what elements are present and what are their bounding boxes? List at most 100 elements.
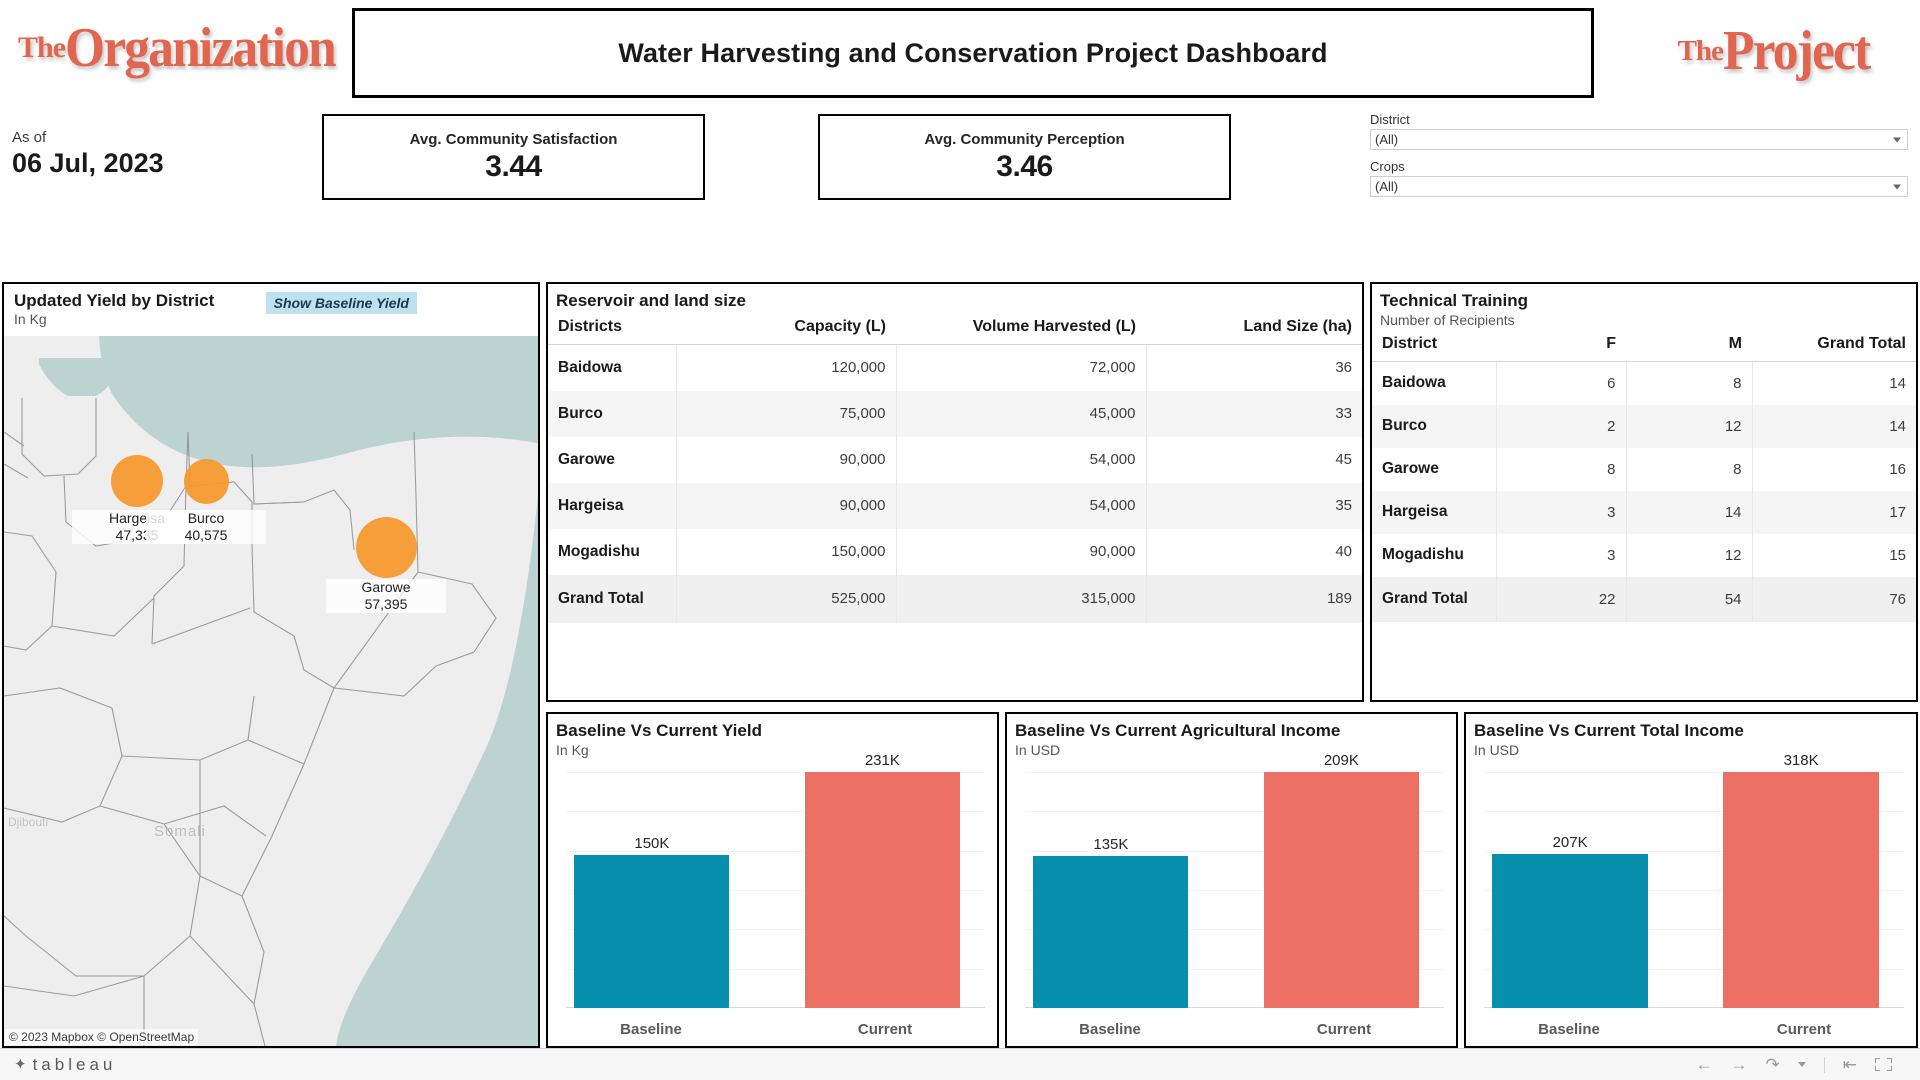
col-grand-total[interactable]: Grand Total xyxy=(1752,329,1916,362)
training-subtitle: Number of Recipients xyxy=(1380,312,1515,328)
table-header-row: Districts Capacity (L) Volume Harvested … xyxy=(548,312,1362,345)
show-baseline-yield-button[interactable]: Show Baseline Yield xyxy=(265,292,417,314)
organization-logo-the: The xyxy=(18,31,66,64)
axis-label-baseline-agri-income[interactable]: Baseline xyxy=(1025,1021,1195,1038)
map-marker-label-garowe: Garowe 57,395 xyxy=(326,579,446,613)
chevron-down-icon[interactable] xyxy=(1797,1062,1806,1067)
bar-value-baseline-total-income: 207K xyxy=(1552,834,1588,852)
marker-name-burco: Burco xyxy=(187,510,225,526)
fullscreen-icon[interactable] xyxy=(1875,1058,1892,1071)
col-capacity[interactable]: Capacity (L) xyxy=(676,312,896,345)
cell-f: 8 xyxy=(1496,447,1627,491)
table-row[interactable]: Garowe 8 8 16 xyxy=(1372,447,1916,491)
table-row[interactable]: Mogadishu 150,000 90,000 40 xyxy=(548,528,1362,575)
cell-land: 45 xyxy=(1335,451,1352,468)
chevron-down-icon[interactable] xyxy=(1893,184,1901,189)
col-district[interactable]: District xyxy=(1372,329,1496,362)
forward-arrow-icon[interactable]: → xyxy=(1731,1056,1748,1073)
bar-current-total-income[interactable]: 318K xyxy=(1723,752,1879,1008)
tableau-footer: ✦ tableau ← → ↷ ⇤ xyxy=(0,1048,1920,1080)
plot-area-yield: 150K 231K xyxy=(566,752,985,1008)
cell-volume: 72,000 xyxy=(896,344,1147,391)
tableau-logo-icon: ✦ xyxy=(14,1056,27,1073)
table-row[interactable]: Garowe 90,000 54,000 45 xyxy=(548,436,1362,483)
table-row[interactable]: Baidowa 120,000 72,000 36 xyxy=(548,344,1362,391)
cell-capacity: 90,000 xyxy=(676,436,897,483)
filter-panel: District (All) Crops (All) xyxy=(1370,112,1908,206)
map-canvas[interactable]: Somali Somalia Djibouti Hargeisa 47,335 … xyxy=(4,336,538,1046)
col-districts[interactable]: Districts xyxy=(548,312,676,345)
map-marker-burco[interactable] xyxy=(184,459,229,504)
cell-grand-total: 76 xyxy=(1752,576,1916,622)
revert-icon[interactable]: ↷ xyxy=(1766,1056,1780,1073)
chart-title-agri-income: Baseline Vs Current Agricultural Income xyxy=(1015,721,1341,740)
cell-capacity: 150,000 xyxy=(676,528,897,575)
map-marker-garowe[interactable] xyxy=(356,517,417,578)
reservoir-table: Districts Capacity (L) Volume Harvested … xyxy=(548,312,1362,623)
bar-current-yield[interactable]: 231K xyxy=(804,752,960,1008)
table-row[interactable]: Burco 75,000 45,000 33 xyxy=(548,390,1362,437)
toolbar-divider xyxy=(1823,1056,1825,1073)
cell-f: 3 xyxy=(1496,533,1627,577)
table-row-total[interactable]: Grand Total 22 54 76 xyxy=(1372,576,1916,622)
bar-baseline-total-income[interactable]: 207K xyxy=(1492,834,1648,1008)
chart-panel-agri-income: Baseline Vs Current Agricultural Income … xyxy=(1005,712,1458,1048)
map-vector: Somali Somalia Djibouti xyxy=(4,336,538,1046)
cell-district-total: Grand Total xyxy=(548,574,677,623)
kpi-label-satisfaction: Avg. Community Satisfaction xyxy=(409,130,618,148)
filter-district-dropdown[interactable]: (All) xyxy=(1370,129,1908,150)
plot-area-agri-income: 135K 209K xyxy=(1025,752,1444,1008)
cell-capacity-total: 525,000 xyxy=(676,574,897,623)
table-row-total[interactable]: Grand Total 525,000 315,000 189 xyxy=(548,574,1362,623)
bar-value-baseline-yield: 150K xyxy=(634,834,670,852)
bar-baseline-agri-income[interactable]: 135K xyxy=(1033,836,1189,1008)
cell-total: 14 xyxy=(1752,404,1916,448)
svg-text:Djibouti: Djibouti xyxy=(8,815,48,829)
cell-district-total: Grand Total xyxy=(1372,576,1497,622)
cell-volume: 90,000 xyxy=(896,528,1147,575)
plot-area-total-income: 207K 318K xyxy=(1484,752,1904,1008)
training-header: Technical Training Number of Recipients xyxy=(1372,284,1916,329)
project-logo-the: The xyxy=(1677,34,1724,67)
map-marker-hargeisa[interactable] xyxy=(111,455,163,507)
cell-capacity: 120,000 xyxy=(676,344,897,391)
col-land-size[interactable]: Land Size (ha) xyxy=(1146,312,1362,345)
filter-district: District (All) xyxy=(1370,112,1908,150)
filter-crops-dropdown[interactable]: (All) xyxy=(1370,176,1908,197)
table-row[interactable]: Mogadishu 3 12 15 xyxy=(1372,533,1916,577)
table-row[interactable]: Hargeisa 3 14 17 xyxy=(1372,490,1916,534)
axis-label-baseline-yield[interactable]: Baseline xyxy=(566,1021,736,1038)
cell-total: 16 xyxy=(1889,460,1906,478)
cell-m: 8 xyxy=(1626,447,1753,491)
cell-land: 33 xyxy=(1146,390,1362,437)
map-marker-label-burco: Burco 40,575 xyxy=(146,510,266,544)
table-row[interactable]: Hargeisa 90,000 54,000 35 xyxy=(548,482,1362,529)
cell-land: 40 xyxy=(1335,543,1352,560)
axis-label-baseline-total-income[interactable]: Baseline xyxy=(1484,1021,1654,1038)
col-male[interactable]: M xyxy=(1626,329,1752,362)
bar-current-agri-income[interactable]: 209K xyxy=(1263,752,1419,1008)
chevron-down-icon[interactable] xyxy=(1893,137,1901,142)
chart-panel-total-income: Baseline Vs Current Total Income In USD … xyxy=(1464,712,1918,1048)
axis-label-current-total-income[interactable]: Current xyxy=(1704,1021,1904,1038)
reset-icon[interactable]: ⇤ xyxy=(1843,1056,1857,1073)
bar-value-current-agri-income: 209K xyxy=(1323,752,1359,769)
project-logo-word: Project xyxy=(1722,20,1871,82)
bar-value-baseline-agri-income: 135K xyxy=(1093,835,1129,853)
axis-label-current-yield[interactable]: Current xyxy=(785,1021,985,1038)
filter-crops-value: (All) xyxy=(1375,179,1399,194)
cell-capacity: 90,000 xyxy=(676,482,897,529)
page-title: Water Harvesting and Conservation Projec… xyxy=(618,37,1328,68)
table-row[interactable]: Baidowa 6 8 14 xyxy=(1372,361,1916,405)
col-volume-harvested[interactable]: Volume Harvested (L) xyxy=(896,312,1146,345)
axis-label-current-agri-income[interactable]: Current xyxy=(1244,1021,1444,1038)
cell-total: 14 xyxy=(1889,374,1906,392)
tableau-branding[interactable]: ✦ tableau xyxy=(0,1055,116,1075)
table-row[interactable]: Burco 2 12 14 xyxy=(1372,404,1916,448)
bar-baseline-yield[interactable]: 150K xyxy=(574,835,730,1008)
map-attribution: © 2023 Mapbox © OpenStreetMap xyxy=(5,1029,199,1045)
back-arrow-icon[interactable]: ← xyxy=(1696,1056,1713,1073)
kpi-card-perception: Avg. Community Perception 3.46 xyxy=(818,114,1231,200)
kpi-label-perception: Avg. Community Perception xyxy=(924,130,1125,148)
col-female[interactable]: F xyxy=(1496,329,1626,362)
